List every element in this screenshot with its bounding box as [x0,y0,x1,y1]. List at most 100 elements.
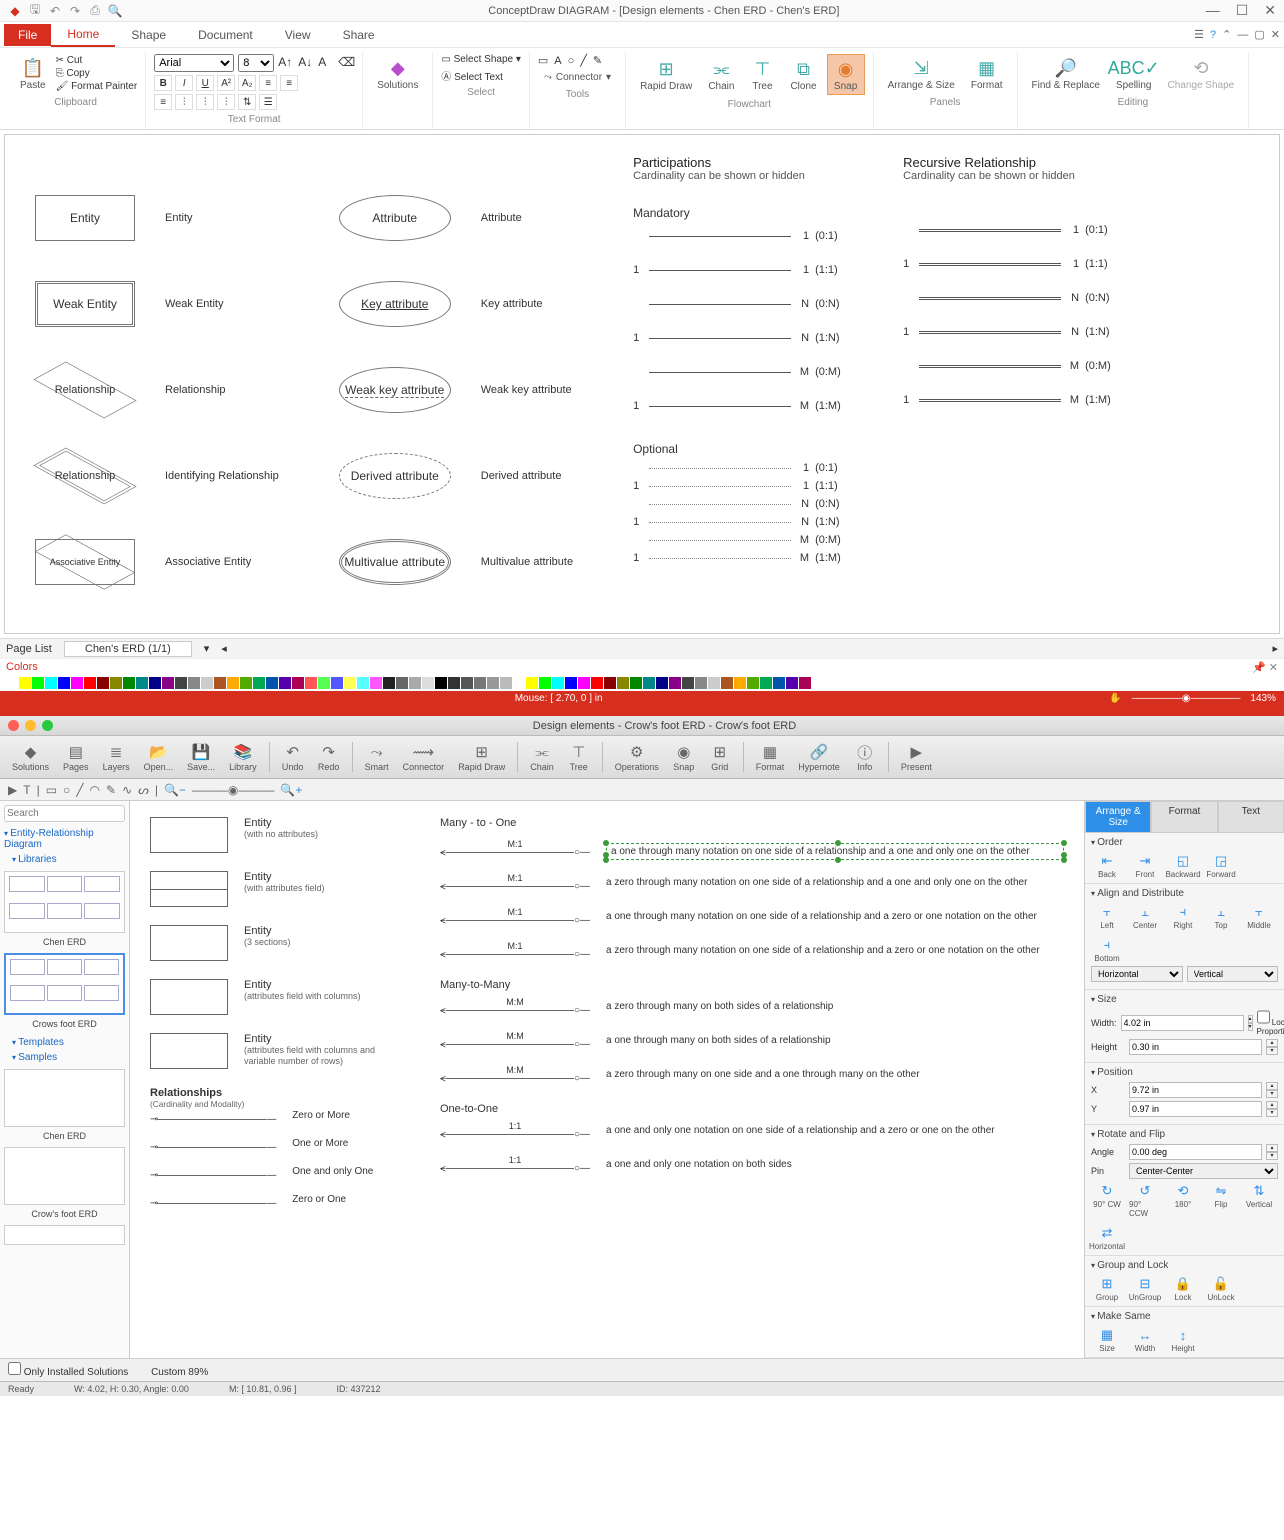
tb-library[interactable]: 📚Library [223,740,263,774]
tb-snap[interactable]: ◉Snap [667,740,701,774]
size-select[interactable]: 8 [238,54,274,72]
color-swatch[interactable] [591,677,603,689]
bold-icon[interactable]: B [154,75,172,91]
pen-tool-icon[interactable]: ✎ [593,54,602,67]
key-attr-shape[interactable]: Key attribute [339,281,451,327]
color-swatch[interactable] [669,677,681,689]
bottom-button[interactable]: ⫞Bottom [1091,936,1123,963]
color-swatch[interactable] [565,677,577,689]
back-button[interactable]: ⇤Back [1091,852,1123,879]
collapse-icon[interactable]: — [1237,29,1248,41]
super-icon[interactable]: A² [217,75,235,91]
vert-distribute[interactable]: Vertical [1187,966,1279,982]
middle-button[interactable]: ⫟Middle [1243,903,1275,930]
tb-info[interactable]: ⓘInfo [848,740,882,774]
color-swatch[interactable] [539,677,551,689]
color-swatch[interactable] [45,677,57,689]
backward-button[interactable]: ◱Backward [1167,852,1199,879]
front-button[interactable]: ⇥Front [1129,852,1161,879]
rect-tool-icon[interactable]: ▭ [538,54,548,67]
rel-line[interactable]: ⪪M:1○— [440,945,590,963]
line-tool-icon[interactable]: ╱ [580,54,587,67]
lock-button[interactable]: 🔒Lock [1167,1275,1199,1302]
only-installed-checkbox[interactable] [8,1362,21,1375]
color-swatch[interactable] [734,677,746,689]
tree-libraries[interactable]: Libraries [12,852,125,867]
custom-zoom[interactable]: Custom 89% [151,1367,208,1378]
page-list-label[interactable]: Page List [6,643,52,655]
color-swatch[interactable] [747,677,759,689]
restore-icon[interactable]: ▢ [1254,28,1264,41]
lib-chen-thumb[interactable] [4,871,125,933]
align-center-icon[interactable]: ≡ [280,75,298,91]
tree-root[interactable]: Entity-Relationship Diagram [4,826,125,852]
color-swatch[interactable] [721,677,733,689]
rel-line[interactable]: ⪪M:1○— [440,911,590,929]
search-input[interactable] [4,805,125,822]
left-button[interactable]: ⫟Left [1091,903,1123,930]
color-swatch[interactable] [279,677,291,689]
file-tab[interactable]: File [4,24,51,46]
color-swatch[interactable] [786,677,798,689]
entity-shape-1[interactable] [150,871,228,907]
text-tool-icon[interactable]: T [23,783,30,797]
page-tab[interactable]: Chen's ERD (1/1) [64,641,192,657]
width-button[interactable]: ↔Width [1129,1326,1161,1353]
color-swatch[interactable] [305,677,317,689]
ungroup-button[interactable]: ⊟UnGroup [1129,1275,1161,1302]
clear-format-icon[interactable]: ⌫ [338,55,354,71]
rel-line[interactable]: ⊸— [150,1110,276,1128]
cardinality-line[interactable]: 1M (1:M) [633,552,853,564]
select-shape-button[interactable]: ▭ Select Shape ▾ [441,54,521,65]
color-swatch[interactable] [383,677,395,689]
center-button[interactable]: ⫠Center [1129,903,1161,930]
cardinality-line[interactable]: 1N (1:N) [633,516,853,528]
caret-icon[interactable]: ⌃ [1222,28,1231,41]
color-swatch[interactable] [682,677,694,689]
color-swatch[interactable] [708,677,720,689]
weak-key-attr-shape[interactable]: Weak key attribute [339,367,451,413]
cardinality-line[interactable]: 11 (1:1) [903,258,1123,270]
rel-line[interactable]: ⪪1:1○— [440,1159,590,1177]
color-swatch[interactable] [656,677,668,689]
menu-icon[interactable]: ☰ [1194,28,1204,41]
color-swatch[interactable] [500,677,512,689]
change-shape-button[interactable]: ⟲Change Shape [1162,54,1241,93]
color-swatch[interactable] [695,677,707,689]
copy-button[interactable]: ⎘ Copy [56,68,138,79]
relationship-shape[interactable]: Relationship [35,367,135,413]
rel-line[interactable]: ⊸— [150,1166,276,1184]
cardinality-line[interactable]: M (0:M) [633,366,853,378]
color-swatch[interactable] [396,677,408,689]
color-swatch[interactable] [253,677,265,689]
tb-undo[interactable]: ↶Undo [276,740,310,774]
tb-save-[interactable]: 💾Save... [181,740,221,774]
cardinality-line[interactable]: 1N (1:N) [633,332,853,344]
valign-mid-icon[interactable]: ⫶ [196,94,214,110]
color-swatch[interactable] [513,677,525,689]
maximize-icon[interactable] [42,720,53,731]
canvas[interactable]: Entity Entity Weak Entity Weak Entity Re… [4,134,1280,634]
cardinality-line[interactable]: N (0:N) [633,498,853,510]
weak-entity-shape[interactable]: Weak Entity [35,281,135,327]
save-icon[interactable]: 🖫 [28,4,42,18]
cardinality-line[interactable]: 1N (1:N) [903,326,1123,338]
color-swatch[interactable] [422,677,434,689]
cardinality-line[interactable]: 11 (1:1) [633,480,853,492]
snap-button[interactable]: ◉Snap [827,54,865,95]
entity-shape-4[interactable] [150,1033,228,1069]
color-swatch[interactable] [19,677,31,689]
group-button[interactable]: ⊞Group [1091,1275,1123,1302]
spline-icon[interactable]: ∿ [122,783,132,797]
tb-solutions[interactable]: ◆Solutions [6,740,55,774]
color-swatch[interactable] [409,677,421,689]
tb-layers[interactable]: ≣Layers [97,740,136,774]
entity-shape-3[interactable] [150,979,228,1015]
zoom-out-icon[interactable]: 🔍− [164,783,186,797]
cut-button[interactable]: ✂ Cut [56,55,138,66]
color-swatch[interactable] [578,677,590,689]
undo-icon[interactable]: ↶ [48,4,62,18]
color-swatch[interactable] [773,677,785,689]
tb-operations[interactable]: ⚙Operations [609,740,665,774]
find-replace-button[interactable]: 🔎Find & Replace [1026,54,1106,93]
